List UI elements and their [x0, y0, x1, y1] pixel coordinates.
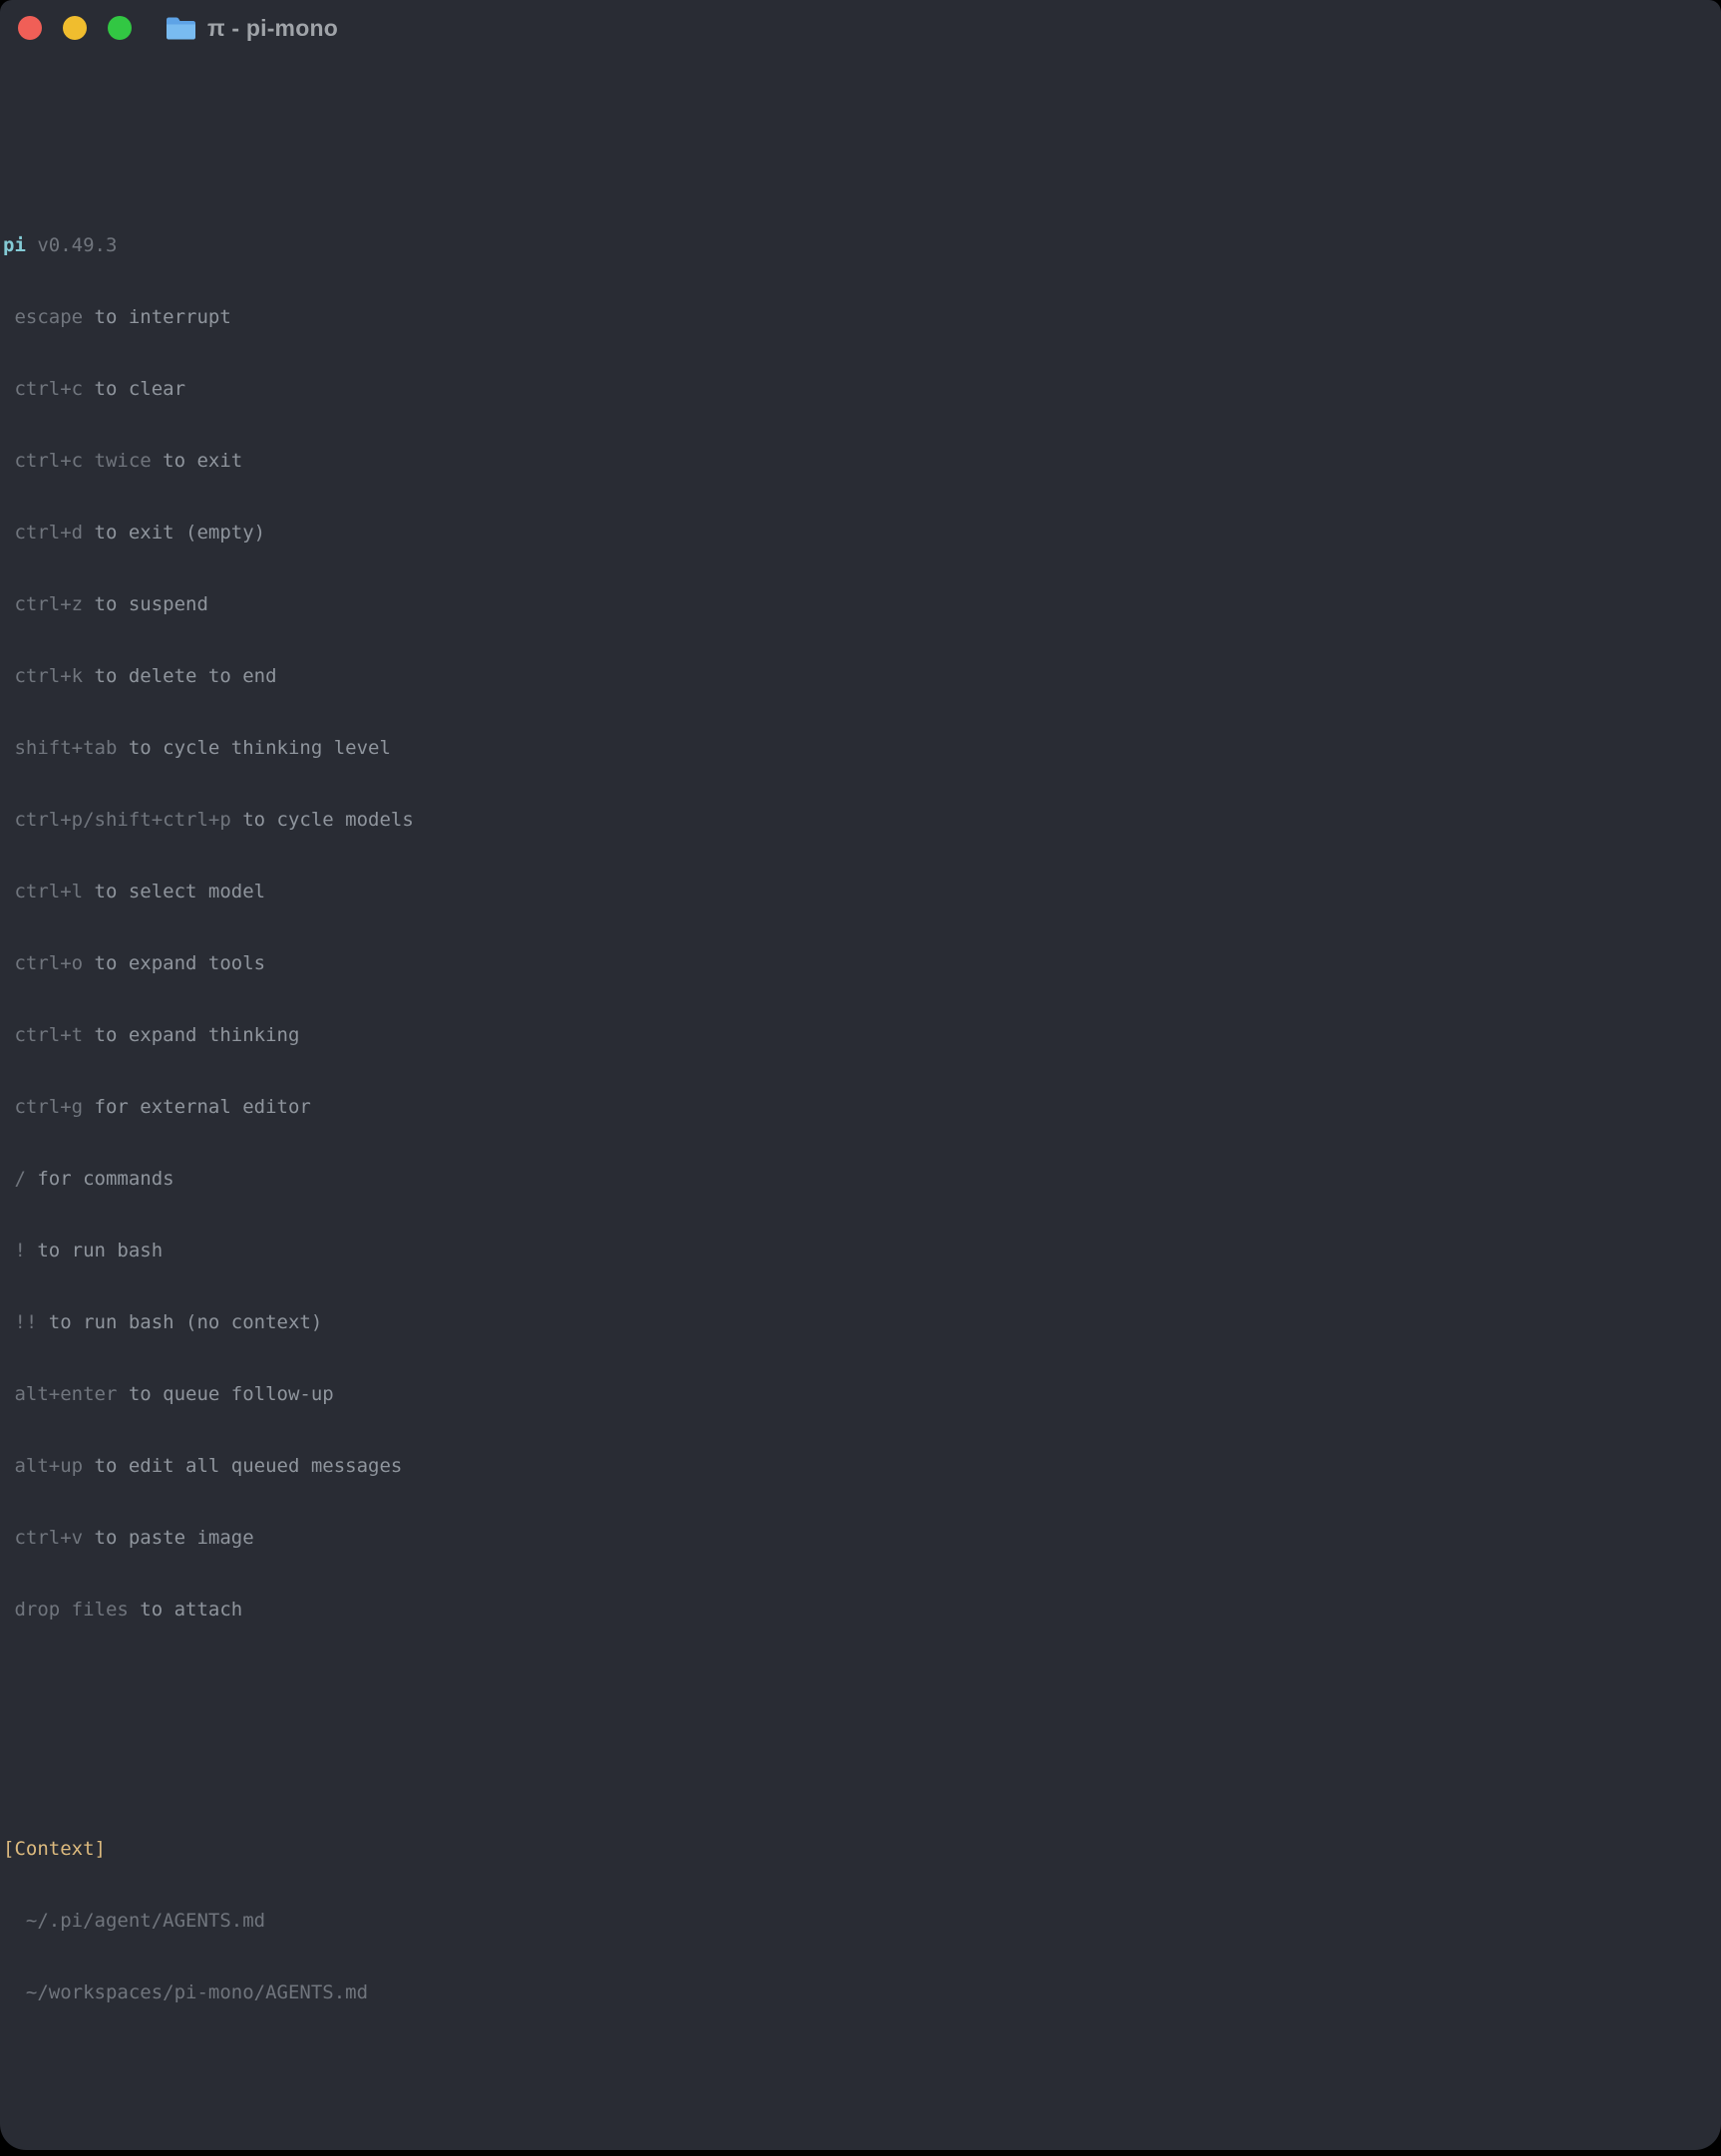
folder-icon: [166, 16, 196, 41]
app-name: pi: [3, 234, 26, 256]
help-line: ctrl+o to expand tools: [0, 951, 1721, 975]
help-line: ctrl+z to suspend: [0, 592, 1721, 616]
help-line: drop files to attach: [0, 1598, 1721, 1621]
window-title: π - pi-mono: [207, 16, 338, 40]
close-button[interactable]: [18, 16, 42, 40]
context-path: ~/workspaces/pi-mono/AGENTS.md: [0, 1980, 1721, 2004]
help-line: ctrl+c to clear: [0, 377, 1721, 401]
title-bar: π - pi-mono: [0, 0, 1721, 56]
help-line: ctrl+p/shift+ctrl+p to cycle models: [0, 808, 1721, 832]
help-line: ctrl+g for external editor: [0, 1095, 1721, 1119]
help-line: ctrl+t to expand thinking: [0, 1023, 1721, 1047]
help-line: ctrl+k to delete to end: [0, 664, 1721, 688]
help-line: ctrl+l to select model: [0, 880, 1721, 903]
help-line: / for commands: [0, 1167, 1721, 1191]
context-header: [Context]: [0, 1837, 1721, 1861]
minimize-button[interactable]: [63, 16, 87, 40]
version-line: pi v0.49.3: [0, 233, 1721, 257]
startup-banner: pi v0.49.3 escape to interrupt ctrl+c to…: [0, 185, 1721, 1669]
help-line: alt+up to edit all queued messages: [0, 1454, 1721, 1478]
help-line: shift+tab to cycle thinking level: [0, 736, 1721, 760]
context-section: [Context] ~/.pi/agent/AGENTS.md ~/worksp…: [0, 1789, 1721, 2052]
help-line: ctrl+c twice to exit: [0, 449, 1721, 473]
help-line: ctrl+d to exit (empty): [0, 521, 1721, 544]
help-line: alt+enter to queue follow-up: [0, 1382, 1721, 1406]
context-path: ~/.pi/agent/AGENTS.md: [0, 1909, 1721, 1933]
zoom-button[interactable]: [108, 16, 132, 40]
terminal-window: π - pi-mono pi v0.49.3 escape to interru…: [0, 0, 1721, 2150]
help-line: !! to run bash (no context): [0, 1310, 1721, 1334]
app-version: v0.49.3: [26, 234, 118, 256]
help-line: escape to interrupt: [0, 305, 1721, 329]
help-line: ctrl+v to paste image: [0, 1526, 1721, 1550]
terminal-content: pi v0.49.3 escape to interrupt ctrl+c to…: [0, 56, 1721, 2150]
help-line: ! to run bash: [0, 1239, 1721, 1262]
